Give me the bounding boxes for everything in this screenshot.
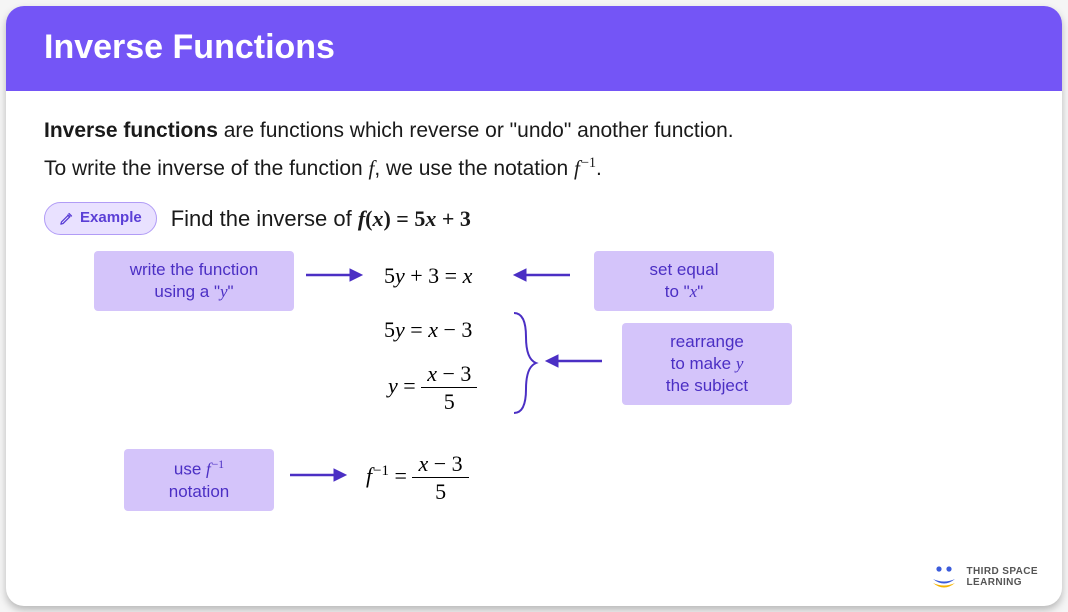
equation-2: 5y = x − 3 [384, 313, 472, 346]
hint-set-equal-x: set equal to "x" [594, 251, 774, 311]
brand-logo: THIRD SPACE LEARNING [929, 564, 1038, 590]
intro-line-2: To write the inverse of the function f, … [44, 153, 1024, 185]
hint-rearrange: rearrange to make y the subject [622, 323, 792, 405]
intro2-b: , we use the notation [374, 157, 574, 180]
intro2-c: . [596, 157, 602, 180]
arrow-left-icon [512, 265, 572, 285]
math-sup-neg1: −1 [581, 155, 596, 171]
intro-line-1: Inverse functions are functions which re… [44, 115, 1024, 147]
math-f-inv: f [574, 156, 580, 180]
lesson-card: Inverse Functions Inverse functions are … [6, 6, 1062, 606]
prompt-eq: f(x) = 5x + 3 [358, 206, 471, 231]
hint-use-notation: use f−1 notation [124, 449, 274, 511]
page-title: Inverse Functions [44, 28, 1024, 67]
intro-rest: are functions which reverse or "undo" an… [218, 119, 734, 142]
equation-3: y = x − 35 [388, 361, 477, 415]
equation-1: 5y + 3 = x [384, 259, 472, 292]
content: Inverse functions are functions which re… [6, 91, 1062, 581]
brace-icon [510, 309, 540, 417]
example-label: Example [80, 207, 142, 230]
pencil-icon [59, 211, 74, 226]
example-badge: Example [44, 202, 157, 235]
example-prompt: Find the inverse of f(x) = 5x + 3 [171, 202, 471, 235]
work-area: write the function using a "y" 5y + 3 = … [44, 251, 1024, 571]
intro2-a: To write the inverse of the function [44, 157, 369, 180]
hint-write-using-y: write the function using a "y" [94, 251, 294, 311]
arrow-left-icon [544, 351, 604, 371]
arrow-right-icon [288, 465, 348, 485]
logo-icon [929, 564, 959, 590]
header: Inverse Functions [6, 6, 1062, 91]
intro-bold: Inverse functions [44, 119, 218, 142]
logo-text: THIRD SPACE LEARNING [967, 566, 1038, 589]
example-row: Example Find the inverse of f(x) = 5x + … [44, 202, 1024, 235]
arrow-right-icon [304, 265, 364, 285]
prompt-text: Find the inverse of [171, 206, 358, 231]
equation-4: f−1 = x − 35 [366, 451, 469, 505]
